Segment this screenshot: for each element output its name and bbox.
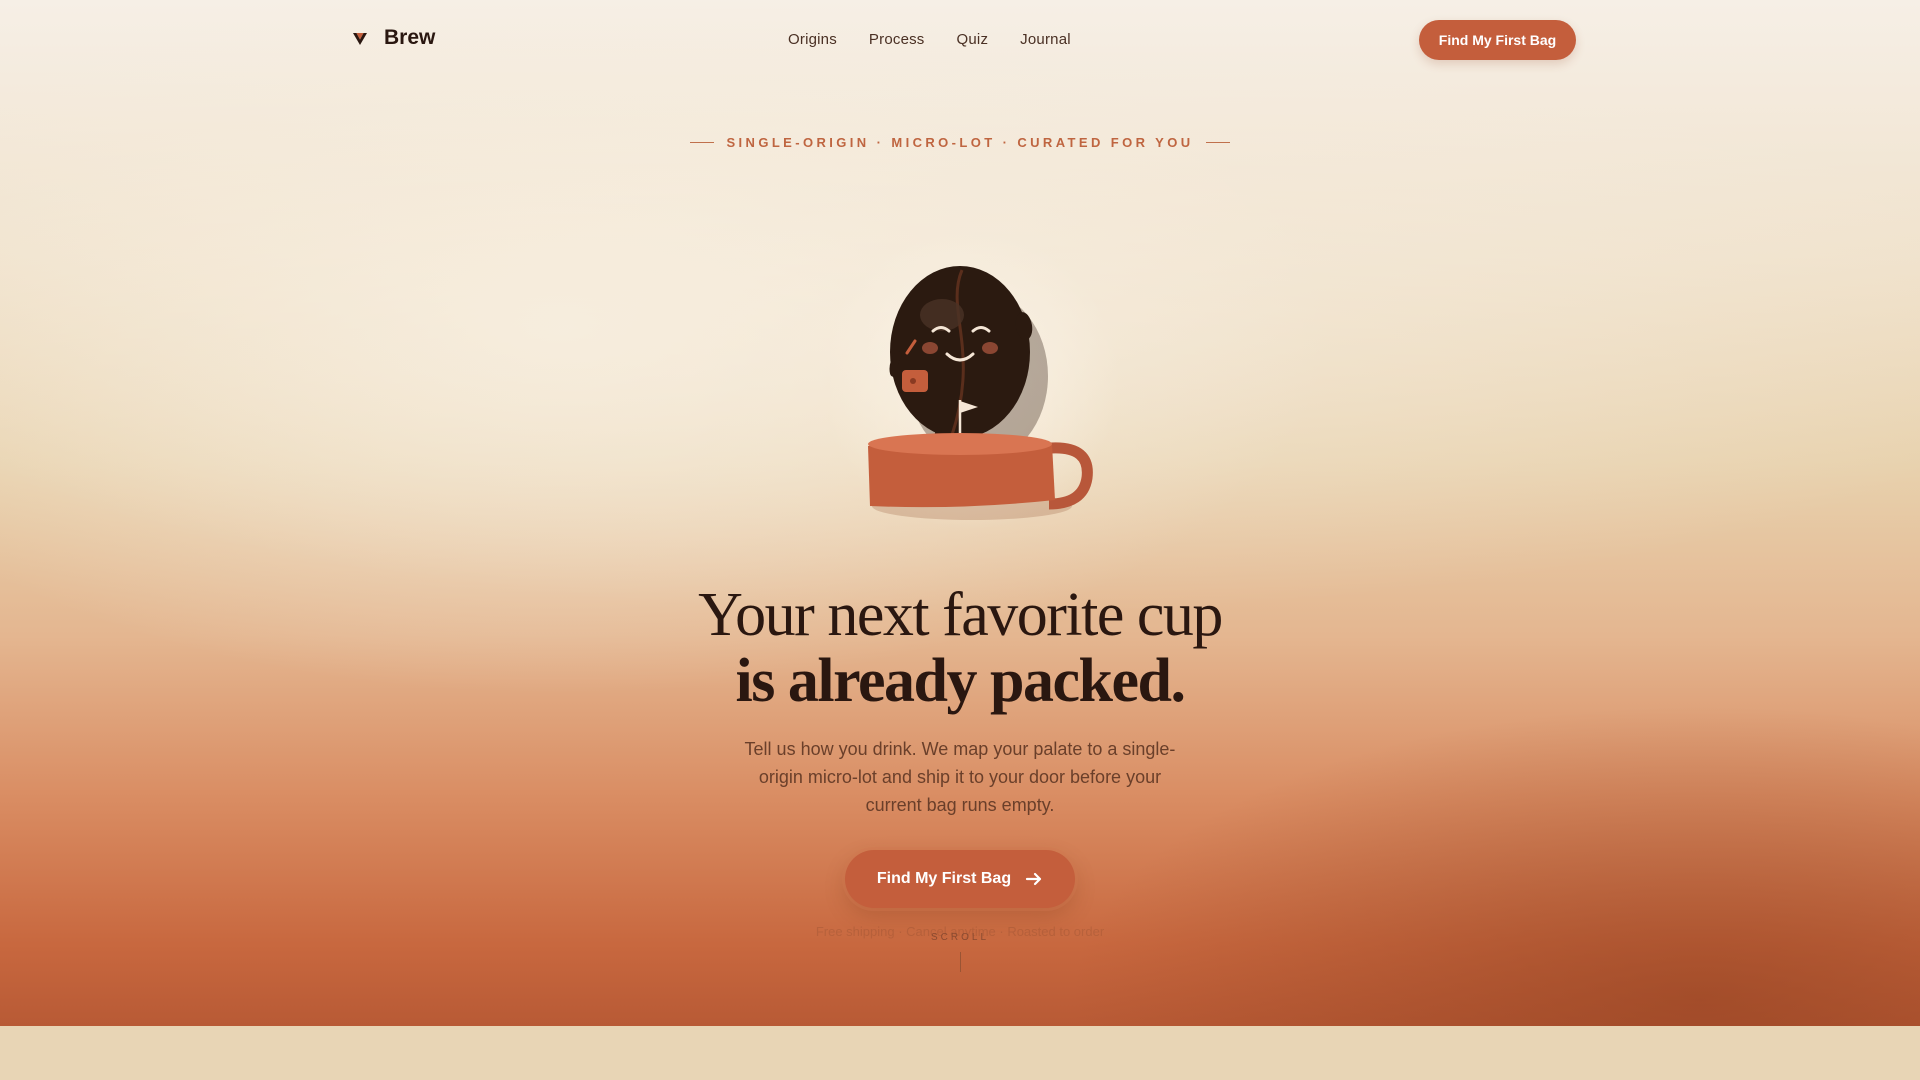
brew-logo-icon (353, 33, 367, 45)
eyebrow-rule-left (690, 142, 715, 143)
nav-links: Origins Process Quiz Journal (788, 31, 1071, 48)
headline-line-1: Your next favorite cup (698, 581, 1223, 649)
hero-cta-button[interactable]: Find My First Bag (845, 850, 1075, 908)
next-section-band (0, 1026, 1920, 1080)
hero-headline: Your next favorite cup is already packed… (0, 582, 1920, 714)
scroll-indicator-line (960, 952, 961, 972)
nav-link-process[interactable]: Process (869, 31, 925, 48)
nav-link-journal[interactable]: Journal (1020, 31, 1071, 48)
hero-subtext: Tell us how you drink. We map your palat… (744, 739, 1176, 815)
nav-cta-button[interactable]: Find My First Bag (1419, 20, 1576, 60)
brand-name: Brew (384, 26, 436, 49)
eyebrow-rule-right (1205, 142, 1230, 143)
scroll-label: SCROLL (930, 932, 989, 943)
coffee-bean-mascot (830, 230, 1120, 530)
arrow-right-icon (1026, 872, 1042, 886)
brand-logo[interactable]: Brew (350, 26, 435, 50)
hero-cta-label: Find My First Bag (876, 870, 1012, 887)
nav-link-origins[interactable]: Origins (788, 31, 837, 48)
top-nav: Brew Origins Process Quiz Journal Find M… (0, 0, 1920, 80)
nav-link-quiz[interactable]: Quiz (957, 31, 989, 48)
eyebrow-text: SINGLE-ORIGIN · MICRO-LOT · CURATED FOR … (726, 135, 1194, 150)
eyebrow: SINGLE-ORIGIN · MICRO-LOT · CURATED FOR … (0, 135, 1920, 150)
headline-line-2: is already packed. (735, 647, 1186, 715)
